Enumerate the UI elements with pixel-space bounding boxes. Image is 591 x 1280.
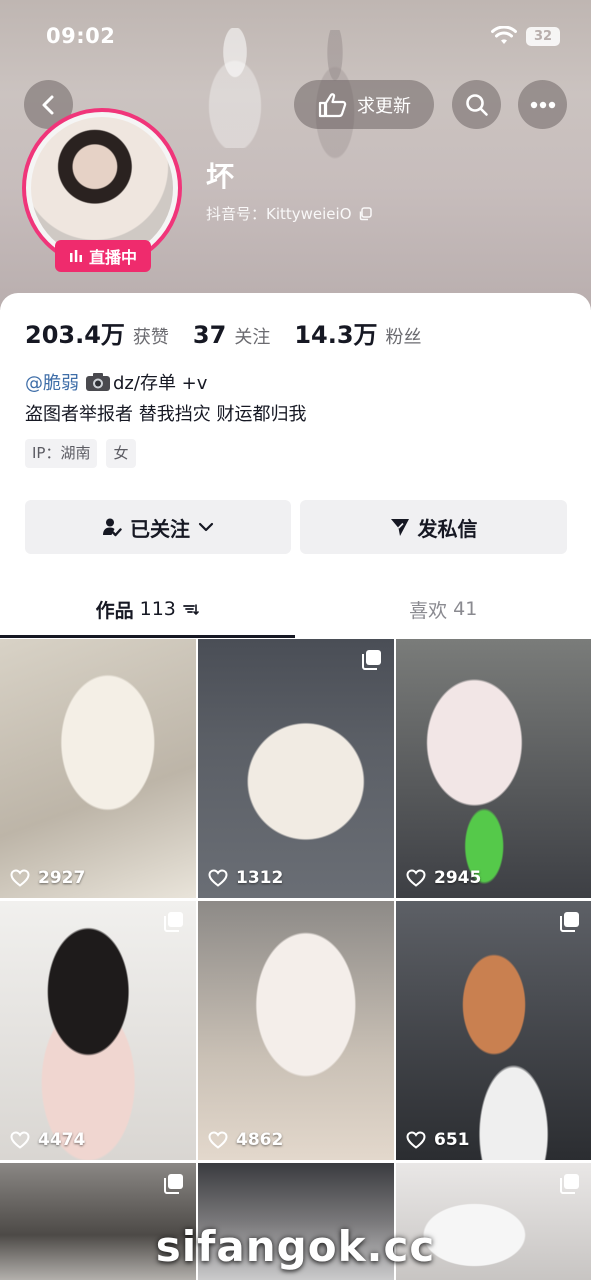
active-tab-indicator	[0, 635, 295, 638]
like-count: 2945	[434, 868, 482, 888]
tab-likes[interactable]: 喜欢 41	[296, 583, 591, 635]
post-like-count: 1312	[208, 868, 283, 888]
stat-label: 获赞	[132, 327, 169, 348]
heart-icon	[406, 869, 426, 887]
heart-icon	[10, 869, 30, 887]
stat-label: 粉丝	[385, 327, 422, 348]
more-button[interactable]	[518, 80, 567, 129]
tab-count: 113	[139, 598, 176, 620]
gender-tag: 女	[106, 439, 136, 468]
post-thumbnail[interactable]: 651	[396, 901, 591, 1160]
copy-icon[interactable]	[358, 206, 372, 221]
heart-icon	[10, 1131, 30, 1149]
multi-image-icon	[164, 1174, 183, 1194]
heart-icon	[208, 869, 228, 887]
multi-image-icon	[560, 912, 579, 932]
stat-following[interactable]: 37 关注	[193, 321, 270, 349]
profile-tags: IP：湖南 女	[25, 439, 136, 468]
stat-likes[interactable]: 203.4万 获赞	[25, 315, 169, 350]
profile-stats: 203.4万 获赞 37 关注 14.3万 粉丝	[25, 315, 446, 350]
like-count: 1312	[236, 868, 284, 888]
tab-label: 作品	[95, 599, 134, 622]
live-badge-label: 直播中	[88, 248, 137, 267]
send-icon	[390, 519, 409, 536]
like-count: 4862	[236, 1130, 284, 1150]
heart-icon	[406, 1131, 426, 1149]
tab-count: 41	[453, 598, 478, 620]
chevron-down-icon	[198, 522, 214, 532]
avatar-image	[31, 117, 173, 259]
bio-line-1: @脆弱 dz/存单 +v	[25, 369, 207, 395]
content-tabs: 作品 113 喜欢 41	[0, 583, 591, 635]
post-thumbnail[interactable]: 4862	[198, 901, 394, 1160]
pointing-hand-icon	[318, 92, 347, 117]
multi-image-icon	[362, 650, 381, 670]
douyin-id[interactable]: 抖音号：KittyweieiO	[206, 203, 372, 224]
more-dots-icon	[530, 101, 555, 108]
multi-image-icon	[164, 912, 183, 932]
bio-line-1-text: dz/存单 +v	[113, 373, 208, 394]
bio-line-2: 盗图者举报者 替我挡灾 财运都归我	[25, 404, 307, 425]
chevron-left-icon	[42, 95, 53, 114]
post-thumbnail[interactable]: 4474	[0, 901, 196, 1160]
post-like-count: 651	[406, 1130, 470, 1150]
multi-image-icon	[560, 1174, 579, 1194]
wifi-icon	[491, 26, 517, 44]
watermark-text: sifangok.cc	[155, 1222, 436, 1271]
battery-indicator: 32	[526, 27, 560, 46]
stat-value: 203.4万	[25, 321, 125, 349]
bio-mention-link[interactable]: @脆弱	[25, 369, 79, 395]
following-label: 已关注	[130, 516, 190, 541]
stat-value: 37	[192, 321, 227, 349]
like-count: 2927	[38, 868, 86, 888]
camera-icon	[86, 373, 110, 391]
send-message-button[interactable]: 发私信	[300, 500, 567, 554]
post-thumbnail[interactable]: 1312	[198, 639, 394, 898]
user-check-icon	[103, 518, 122, 537]
search-icon	[465, 93, 488, 116]
post-like-count: 2945	[406, 868, 481, 888]
following-button[interactable]: 已关注	[25, 500, 291, 554]
send-message-label: 发私信	[417, 516, 478, 541]
post-thumbnail[interactable]: 2945	[396, 639, 591, 898]
douyin-id-text: 抖音号：KittyweieiO	[206, 205, 352, 223]
stat-label: 关注	[234, 327, 271, 348]
post-like-count: 2927	[10, 868, 85, 888]
post-thumbnail[interactable]: 2927	[0, 639, 196, 898]
live-bars-icon	[69, 250, 82, 262]
profile-card: 203.4万 获赞 37 关注 14.3万 粉丝 @脆弱 dz/存单 +v 盗图…	[0, 293, 591, 638]
sort-icon[interactable]	[182, 602, 200, 616]
post-like-count: 4474	[10, 1130, 85, 1150]
profile-nickname: 坏	[206, 160, 235, 193]
posts-grid: 2927 1312 2945 4474 4862 651	[0, 639, 591, 1280]
post-like-count: 4862	[208, 1130, 283, 1150]
ip-location-tag: IP：湖南	[25, 439, 98, 468]
tab-works[interactable]: 作品 113	[0, 583, 296, 635]
request-update-button[interactable]: 求更新	[294, 80, 434, 129]
status-bar: 09:02 32	[0, 0, 591, 72]
live-badge[interactable]: 直播中	[55, 240, 151, 272]
tab-label: 喜欢	[409, 599, 448, 622]
like-count: 651	[434, 1130, 470, 1150]
like-count: 4474	[38, 1130, 86, 1150]
stat-followers[interactable]: 14.3万 粉丝	[294, 315, 421, 350]
request-update-label: 求更新	[357, 95, 411, 117]
status-time: 09:02	[46, 24, 116, 48]
heart-icon	[208, 1131, 228, 1149]
search-button[interactable]	[452, 80, 501, 129]
stat-value: 14.3万	[294, 321, 378, 349]
